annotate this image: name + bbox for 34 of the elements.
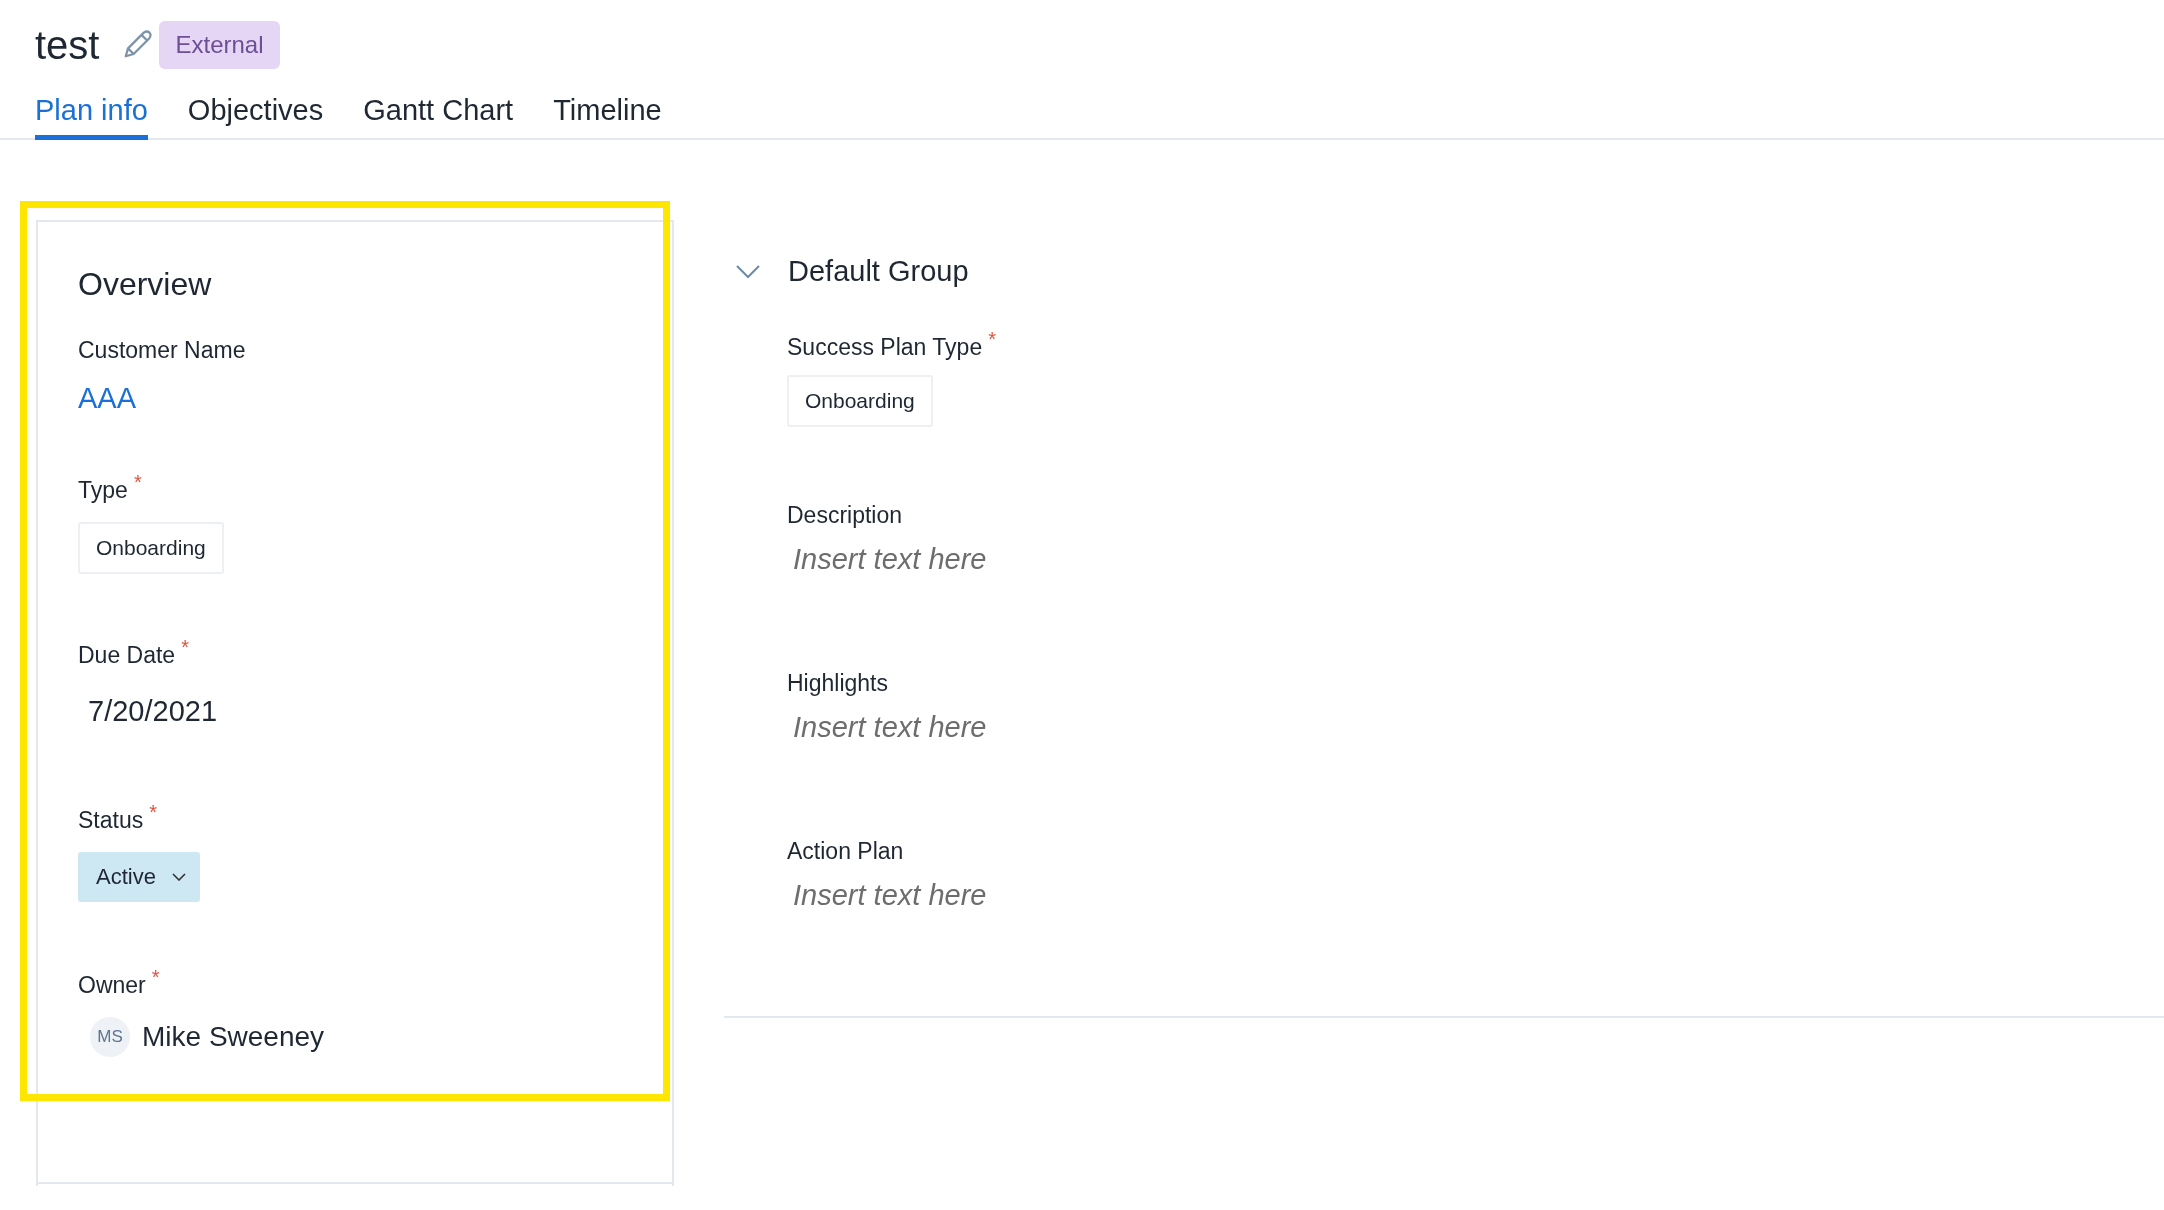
field-label: Type [78, 477, 128, 504]
required-asterisk: * [149, 801, 157, 824]
caret-icon [171, 873, 186, 881]
field-label: Success Plan Type [787, 334, 983, 361]
text-field[interactable]: Insert text here [787, 879, 1293, 912]
tab[interactable]: Gantt Chart [363, 94, 514, 140]
tab[interactable]: Objectives [187, 94, 324, 140]
group-title: Default Group [788, 255, 969, 288]
text-field[interactable]: Insert text here [787, 543, 1293, 576]
plan-title: test [35, 22, 100, 68]
field-label: Owner [78, 972, 146, 999]
field-label: Highlights [787, 670, 888, 697]
status-dropdown[interactable]: Active [78, 852, 200, 902]
field-label: Customer Name [78, 337, 246, 364]
due-date-value[interactable]: 7/20/2021 [78, 687, 217, 728]
required-asterisk: * [133, 471, 142, 494]
text-field[interactable]: Insert text here [787, 711, 1293, 744]
required-asterisk: * [151, 966, 160, 989]
customer-link[interactable]: AAA [78, 382, 137, 415]
avatar-initials: MS [90, 1017, 130, 1057]
chevron-icon[interactable] [736, 264, 760, 279]
required-asterisk: * [988, 328, 996, 351]
field-label: Due Date [78, 642, 176, 669]
external-badge: External [159, 21, 280, 69]
tab[interactable]: Timeline [553, 94, 662, 140]
owner-name: Mike Sweeney [142, 1021, 325, 1053]
tab[interactable]: Plan info [35, 94, 148, 140]
type-chip: Onboarding [787, 375, 933, 427]
type-chip: Onboarding [78, 522, 224, 574]
card-title: Overview [78, 266, 213, 303]
field-label: Action Plan [787, 838, 904, 865]
field-label: Description [787, 502, 903, 529]
field-label: Status [78, 807, 144, 834]
required-asterisk: * [181, 636, 189, 659]
